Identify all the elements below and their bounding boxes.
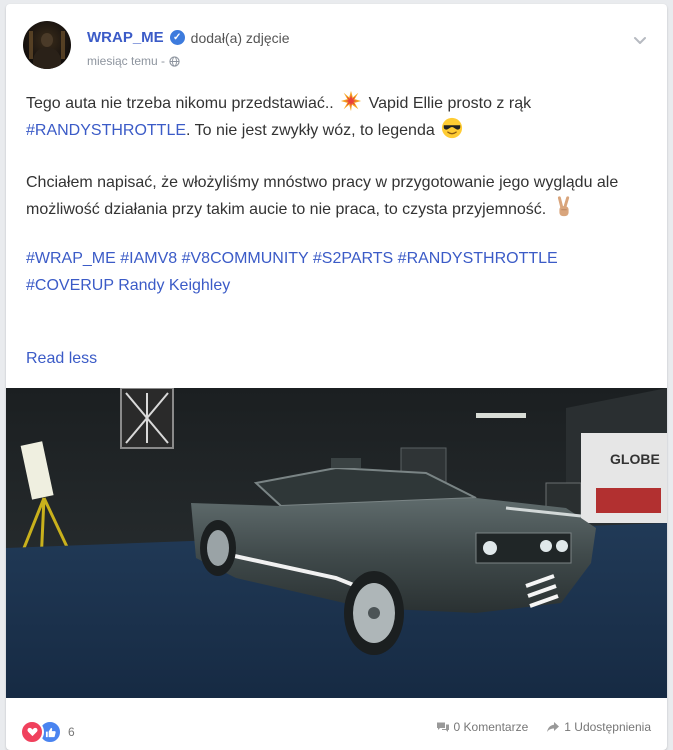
collision-emoji bbox=[341, 90, 362, 112]
post-photo[interactable]: GLOBE bbox=[6, 388, 667, 698]
avatar[interactable] bbox=[23, 21, 71, 69]
chevron-down-icon[interactable] bbox=[632, 32, 648, 48]
post-text-3: . To nie jest zwykły wóz, to legenda bbox=[186, 122, 435, 139]
reactions[interactable]: 6 bbox=[20, 720, 75, 744]
post-actions: 0 Komentarze 1 Udostępnienia bbox=[436, 720, 651, 734]
post-paragraph-2: Chciałem napisać, że włożyliśmy mnóstwo … bbox=[26, 169, 631, 223]
share-icon bbox=[547, 722, 560, 732]
post-time-row: miesiąc temu - bbox=[87, 54, 180, 68]
post-paragraph-3: #WRAP_ME #IAMV8 #V8COMMUNITY #S2PARTS #R… bbox=[26, 245, 631, 299]
read-less-link[interactable]: Read less bbox=[26, 350, 97, 368]
comments-button[interactable]: 0 Komentarze bbox=[436, 720, 529, 734]
hashtags[interactable]: #WRAP_ME #IAMV8 #V8COMMUNITY #S2PARTS #R… bbox=[26, 250, 558, 294]
victory-hand-emoji bbox=[557, 196, 569, 217]
post-text: Tego auta nie trzeba nikomu przedstawiać… bbox=[26, 90, 631, 299]
share-button[interactable]: 1 Udostępnienia bbox=[546, 720, 651, 734]
post-time[interactable]: miesiąc temu - bbox=[87, 54, 165, 68]
post-text-2: Vapid Ellie prosto z rąk bbox=[368, 95, 532, 112]
hashtag-link[interactable]: #RANDYSTHROTTLE bbox=[26, 122, 186, 139]
photo-sign-text: GLOBE bbox=[610, 451, 660, 467]
comment-icon bbox=[436, 722, 449, 732]
reaction-count: 6 bbox=[68, 725, 75, 739]
post-header: WRAP_ME ✓ dodał(a) zdjęcie miesiąc temu … bbox=[23, 18, 650, 78]
sunglasses-emoji bbox=[442, 117, 463, 139]
author-name[interactable]: WRAP_ME bbox=[87, 29, 164, 46]
post-action-text: dodał(a) zdjęcie bbox=[190, 29, 290, 46]
comments-label: 0 Komentarze bbox=[453, 720, 529, 734]
verified-icon: ✓ bbox=[169, 30, 185, 45]
post-paragraph-1: Tego auta nie trzeba nikomu przedstawiać… bbox=[26, 90, 631, 144]
globe-icon bbox=[169, 55, 180, 67]
post-text-4: Chciałem napisać, że włożyliśmy mnóstwo … bbox=[26, 174, 619, 218]
shares-label: 1 Udostępnienia bbox=[564, 720, 651, 734]
author-row: WRAP_ME ✓ dodał(a) zdjęcie bbox=[87, 29, 290, 46]
post-text-1: Tego auta nie trzeba nikomu przedstawiać… bbox=[26, 95, 334, 112]
post-footer: 6 0 Komentarze 1 Udostępnienia bbox=[6, 704, 667, 750]
post-card: WRAP_ME ✓ dodał(a) zdjęcie miesiąc temu … bbox=[6, 4, 667, 750]
heart-icon bbox=[20, 720, 44, 744]
mention-link[interactable]: Randy Keighley bbox=[118, 277, 230, 294]
